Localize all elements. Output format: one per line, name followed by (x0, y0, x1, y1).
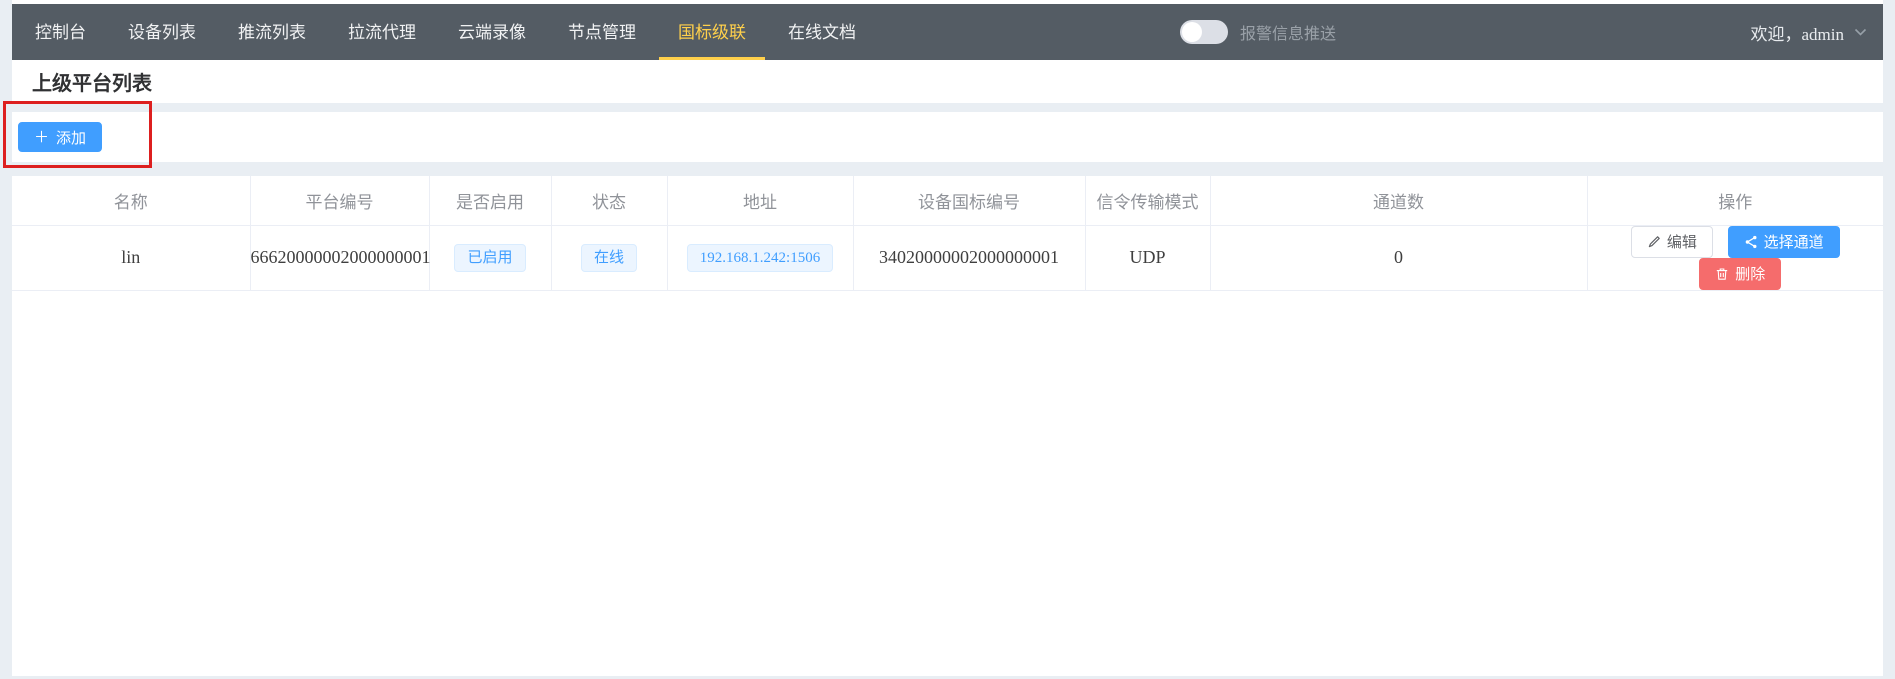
col-header-channel-count: 通道数 (1210, 176, 1587, 225)
alarm-push-label: 报警信息推送 (1240, 20, 1336, 44)
nav-card: 控制台 设备列表 推流列表 拉流代理 云端录像 节点管理 国标级联 在线文档 报… (12, 0, 1883, 103)
platform-table: 名称 平台编号 是否启用 状态 地址 设备国标编号 信令传输模式 通道数 操作 … (12, 176, 1883, 291)
alarm-push-toggle-group: 报警信息推送 (1180, 4, 1336, 60)
toolbar: ＋ 添加 (12, 112, 1883, 162)
nav-tab-node-manage[interactable]: 节点管理 (549, 4, 655, 60)
col-header-device-gb-id: 设备国标编号 (853, 176, 1085, 225)
delete-button-label: 删除 (1735, 263, 1765, 284)
col-header-enabled: 是否启用 (429, 176, 551, 225)
platform-table-card: 名称 平台编号 是否启用 状态 地址 设备国标编号 信令传输模式 通道数 操作 … (12, 176, 1883, 676)
alarm-push-toggle[interactable] (1180, 20, 1228, 44)
edit-button-label: 编辑 (1667, 231, 1697, 252)
cell-platform-id: 66620000002000000001 (250, 225, 429, 290)
nav-tab-device-list[interactable]: 设备列表 (109, 4, 215, 60)
select-channel-label: 选择通道 (1764, 231, 1824, 252)
cell-status: 在线 (551, 225, 667, 290)
status-badge: 在线 (581, 244, 637, 272)
table-row: lin 66620000002000000001 已启用 在线 192.168.… (12, 225, 1883, 290)
share-icon (1744, 235, 1758, 249)
col-header-address: 地址 (667, 176, 853, 225)
col-header-platform-id: 平台编号 (250, 176, 429, 225)
select-channel-button[interactable]: 选择通道 (1728, 226, 1840, 258)
page-title: 上级平台列表 (32, 67, 152, 96)
col-header-status: 状态 (551, 176, 667, 225)
nav-tab-cloud-record[interactable]: 云端录像 (439, 4, 545, 60)
nav-tab-console[interactable]: 控制台 (16, 4, 105, 60)
nav-tabs: 控制台 设备列表 推流列表 拉流代理 云端录像 节点管理 国标级联 在线文档 (12, 4, 877, 60)
cell-address: 192.168.1.242:1506 (667, 225, 853, 290)
edit-icon (1647, 235, 1661, 249)
page: 控制台 设备列表 推流列表 拉流代理 云端录像 节点管理 国标级联 在线文档 报… (0, 0, 1895, 679)
col-header-name: 名称 (12, 176, 250, 225)
cell-device-gb-id: 34020000002000000001 (853, 225, 1085, 290)
address-badge: 192.168.1.242:1506 (687, 244, 833, 272)
cell-enabled: 已启用 (429, 225, 551, 290)
chevron-down-icon (1854, 28, 1867, 37)
top-navbar: 控制台 设备列表 推流列表 拉流代理 云端录像 节点管理 国标级联 在线文档 报… (12, 4, 1883, 60)
col-header-actions: 操作 (1587, 176, 1883, 225)
cell-channel-count: 0 (1210, 225, 1587, 290)
enabled-badge: 已启用 (454, 244, 525, 272)
nav-tab-online-docs[interactable]: 在线文档 (769, 4, 875, 60)
edit-button[interactable]: 编辑 (1631, 226, 1713, 258)
toggle-knob (1182, 22, 1202, 42)
add-button[interactable]: ＋ 添加 (18, 122, 102, 152)
cell-transport: UDP (1085, 225, 1210, 290)
welcome-text: 欢迎，admin (1751, 20, 1845, 45)
title-bar: 上级平台列表 (12, 60, 1883, 103)
plus-icon: ＋ (34, 130, 49, 145)
add-button-label: 添加 (56, 127, 86, 148)
trash-icon (1715, 267, 1729, 281)
nav-tab-push-list[interactable]: 推流列表 (219, 4, 325, 60)
cell-name: lin (12, 225, 250, 290)
nav-tab-gb-cascade[interactable]: 国标级联 (659, 4, 765, 60)
nav-tab-pull-proxy[interactable]: 拉流代理 (329, 4, 435, 60)
col-header-transport: 信令传输模式 (1085, 176, 1210, 225)
delete-button[interactable]: 删除 (1699, 258, 1781, 290)
cell-actions: 编辑 选择通道 (1587, 225, 1883, 290)
user-menu[interactable]: 欢迎，admin (1751, 4, 1868, 60)
table-header-row: 名称 平台编号 是否启用 状态 地址 设备国标编号 信令传输模式 通道数 操作 (12, 176, 1883, 225)
